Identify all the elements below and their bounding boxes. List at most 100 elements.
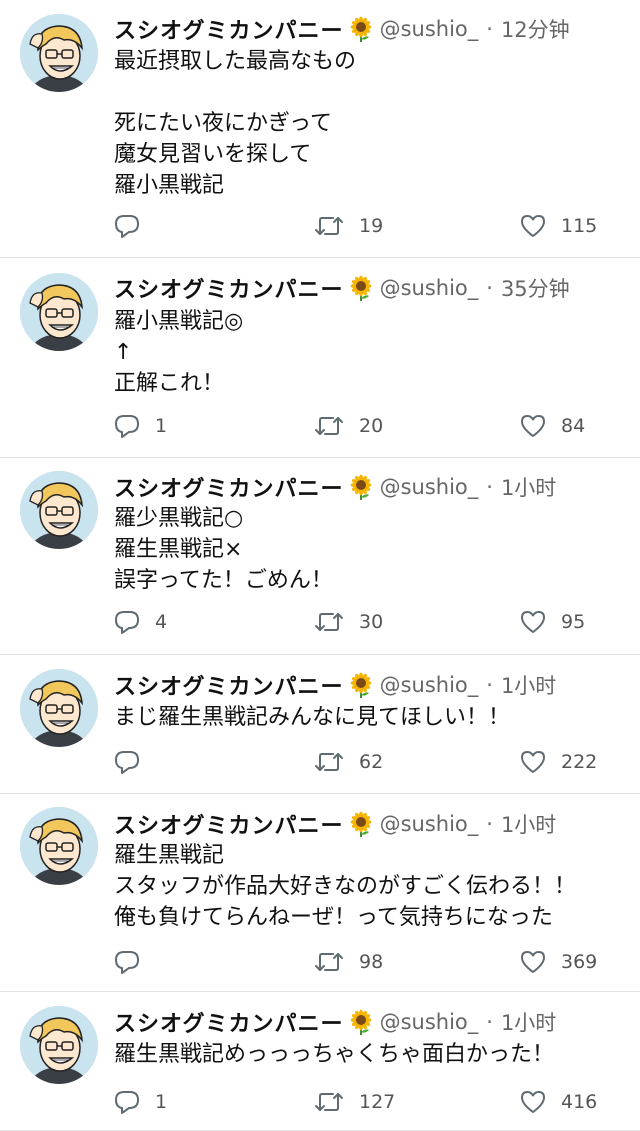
retweet-button[interactable]: 30	[313, 607, 383, 637]
tweet-actions: 1 20 84	[0, 411, 640, 441]
retweet-button[interactable]: 19	[313, 211, 383, 241]
tweet-text-line: 羅小黒戦記	[114, 173, 225, 198]
reply-icon	[113, 948, 141, 976]
tweet-text: 羅生黒戦記 スタッフが作品大好きなのがすごく伝わる！！ 俺も負けてらんねーぜ！って気…	[114, 840, 624, 933]
author-handle[interactable]: @sushio_	[380, 1010, 479, 1034]
like-button[interactable]: 84	[519, 411, 585, 441]
tweet-timestamp[interactable]: 1小时	[501, 1007, 556, 1037]
sunflower-icon	[348, 474, 374, 500]
avatar[interactable]	[20, 1006, 98, 1084]
tweet-item[interactable]: スシオグミカンパニー @sushio_ · 1小时羅生黒戦記めっっっちゃくちゃ面白かっ…	[0, 992, 640, 1131]
tweet-text-line: 羅生黒戦記めっっっちゃくちゃ面白かった！	[114, 1042, 555, 1067]
tweet-header: スシオグミカンパニー @sushio_ · 1小时	[114, 808, 556, 840]
separator-dot: ·	[486, 475, 493, 499]
tweet-timestamp[interactable]: 12分钟	[501, 14, 570, 44]
author-handle[interactable]: @sushio_	[380, 475, 479, 499]
reply-button[interactable]: 1	[113, 1087, 167, 1117]
retweet-button[interactable]: 127	[313, 1087, 395, 1117]
tweet-text-line	[114, 77, 624, 108]
reply-button[interactable]	[113, 747, 155, 777]
retweet-icon	[313, 212, 345, 240]
like-count: 416	[561, 1091, 598, 1113]
retweet-count: 19	[359, 215, 384, 237]
tweet-text: 羅生黒戦記めっっっちゃくちゃ面白かった！	[114, 1039, 624, 1070]
tweet-header: スシオグミカンパニー @sushio_ · 35分钟	[114, 272, 570, 304]
tweet-header: スシオグミカンパニー @sushio_ · 1小时	[114, 669, 556, 701]
author-handle[interactable]: @sushio_	[380, 276, 479, 300]
tweet-item[interactable]: スシオグミカンパニー @sushio_ · 35分钟 羅小黒戦記◎ ↑ 正解これ！ 1 20 84	[0, 258, 640, 458]
like-button[interactable]: 416	[519, 1087, 597, 1117]
tweet-actions: 4 30 95	[0, 607, 640, 637]
tweet-item[interactable]: スシオグミカンパニー @sushio_ · 12分钟 最近摂取した最高なもの 死にたい夜に…	[0, 0, 640, 258]
retweet-button[interactable]: 62	[313, 747, 383, 777]
tweet-timeline: スシオグミカンパニー @sushio_ · 12分钟 最近摂取した最高なもの 死にたい夜に…	[0, 0, 640, 1131]
author-name[interactable]: スシオグミカンパニー	[114, 669, 344, 701]
retweet-button[interactable]: 98	[313, 947, 383, 977]
reply-button[interactable]	[113, 211, 155, 241]
separator-dot: ·	[486, 673, 493, 697]
author-name[interactable]: スシオグミカンパニー	[114, 471, 344, 503]
tweet-timestamp[interactable]: 1小时	[501, 472, 556, 502]
tweet-text-line: 羅生黒戦記×	[114, 537, 243, 562]
reply-icon	[113, 412, 141, 440]
author-handle[interactable]: @sushio_	[380, 17, 479, 41]
like-button[interactable]: 222	[519, 747, 597, 777]
tweet-actions: 19 115	[0, 211, 640, 241]
avatar[interactable]	[20, 14, 98, 92]
like-button[interactable]: 115	[519, 211, 597, 241]
tweet-text-line: 正解これ！	[114, 371, 225, 396]
like-button[interactable]: 95	[519, 607, 585, 637]
author-handle[interactable]: @sushio_	[380, 812, 479, 836]
tweet-text-line: スタッフが作品大好きなのがすごく伝わる！！	[114, 874, 577, 899]
author-name[interactable]: スシオグミカンパニー	[114, 808, 344, 840]
retweet-icon	[313, 412, 345, 440]
heart-icon	[519, 748, 547, 776]
reply-icon	[113, 212, 141, 240]
like-count: 84	[561, 415, 586, 437]
tweet-item[interactable]: スシオグミカンパニー @sushio_ · 1小时 羅生黒戦記 スタッフが作品大好きなのが…	[0, 794, 640, 992]
author-handle[interactable]: @sushio_	[380, 673, 479, 697]
tweet-timestamp[interactable]: 1小时	[501, 809, 556, 839]
avatar[interactable]	[20, 471, 98, 549]
avatar[interactable]	[20, 807, 98, 885]
author-name[interactable]: スシオグミカンパニー	[114, 13, 344, 45]
tweet-item[interactable]: スシオグミカンパニー @sushio_ · 1小时まじ羅生黒戦記みんなに見てほしい！！…	[0, 655, 640, 794]
reply-icon	[113, 608, 141, 636]
tweet-timestamp[interactable]: 35分钟	[501, 273, 570, 303]
reply-count: 4	[155, 611, 168, 633]
retweet-count: 98	[359, 951, 384, 973]
like-count: 369	[561, 951, 598, 973]
sunflower-icon	[348, 811, 374, 837]
separator-dot: ·	[486, 276, 493, 300]
retweet-icon	[313, 948, 345, 976]
heart-icon	[519, 1088, 547, 1116]
avatar[interactable]	[20, 273, 98, 351]
sunflower-icon	[348, 672, 374, 698]
separator-dot: ·	[486, 1010, 493, 1034]
like-button[interactable]: 369	[519, 947, 597, 977]
like-count: 222	[561, 751, 598, 773]
tweet-text-line: 羅生黒戦記	[114, 843, 225, 868]
reply-button[interactable]	[113, 947, 155, 977]
tweet-text-line: 最近摂取した最高なもの	[114, 49, 357, 74]
author-name[interactable]: スシオグミカンパニー	[114, 272, 344, 304]
tweet-actions: 62 222	[0, 747, 640, 777]
sunflower-icon	[348, 275, 374, 301]
avatar[interactable]	[20, 669, 98, 747]
tweet-text: まじ羅生黒戦記みんなに見てほしい！！	[114, 702, 624, 733]
retweet-button[interactable]: 20	[313, 411, 383, 441]
tweet-actions: 98 369	[0, 947, 640, 977]
tweet-actions: 1 127 416	[0, 1087, 640, 1117]
reply-count: 1	[155, 415, 168, 437]
reply-button[interactable]: 1	[113, 411, 167, 441]
tweet-text-line: まじ羅生黒戦記みんなに見てほしい！！	[114, 705, 511, 730]
retweet-icon	[313, 1088, 345, 1116]
sunflower-icon	[348, 1009, 374, 1035]
reply-icon	[113, 1088, 141, 1116]
sunflower-icon	[348, 16, 374, 42]
author-name[interactable]: スシオグミカンパニー	[114, 1006, 344, 1038]
tweet-item[interactable]: スシオグミカンパニー @sushio_ · 1小时 羅少黒戦記○ 羅生黒戦記× 誤字ってた！…	[0, 458, 640, 655]
reply-button[interactable]: 4	[113, 607, 167, 637]
tweet-text-line: 誤字ってた！ごめん！	[114, 568, 333, 593]
tweet-timestamp[interactable]: 1小时	[501, 670, 556, 700]
